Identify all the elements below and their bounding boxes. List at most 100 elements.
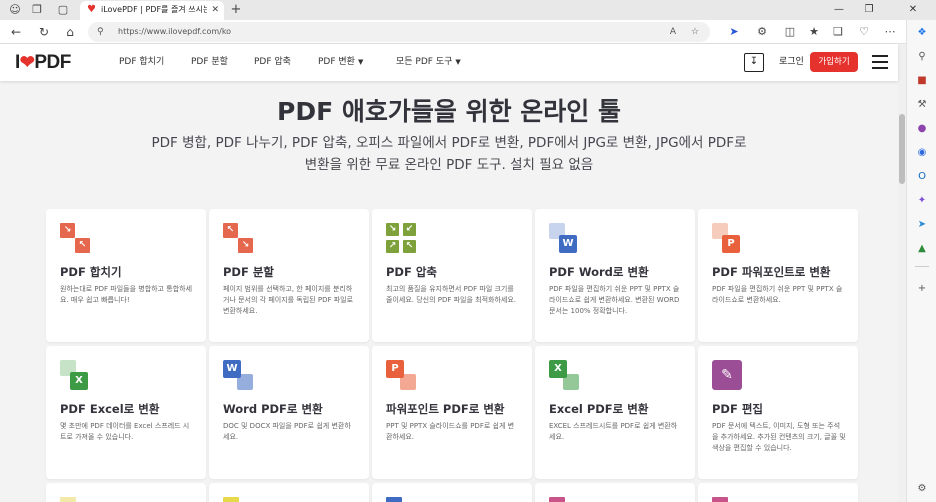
copilot-extension-icon[interactable]: ➤ bbox=[726, 24, 742, 40]
tool-card-partial[interactable] bbox=[209, 483, 369, 502]
browser-toolbar: ← ↻ ⌂ ⚲ https://www.ilovepdf.com/ko A ☆ … bbox=[0, 20, 906, 44]
tool-card-partial[interactable] bbox=[372, 483, 532, 502]
browser-tab-strip: ☺ ❐ ▢ ♥ iLovePDF | PDF를 즐겨 쓰시는 분 ✕ + — ❐… bbox=[0, 0, 936, 20]
word-to-pdf-icon: W bbox=[223, 360, 253, 390]
tool-title: PDF 압축 bbox=[386, 265, 437, 279]
tool-description: PDF 파일을 편집하기 쉬운 PPT 및 PPTX 슬라이드쇼로 쉽게 변환하… bbox=[549, 285, 680, 315]
browser-essentials-icon[interactable]: ♡ bbox=[856, 24, 872, 40]
login-link[interactable]: 로그인 bbox=[779, 56, 804, 68]
extensions-icon[interactable]: ⚙ bbox=[754, 24, 770, 40]
powerpoint-to-pdf-icon: P bbox=[386, 360, 416, 390]
copilot-icon[interactable]: ❖ bbox=[915, 26, 929, 40]
collections-icon[interactable]: ❏ bbox=[830, 24, 846, 40]
tool-title: PDF Excel로 변환 bbox=[60, 402, 160, 416]
sidebar-separator bbox=[915, 266, 929, 267]
minimize-icon[interactable]: — bbox=[830, 2, 848, 18]
tool-icon-partial bbox=[386, 497, 402, 502]
tool-icon-partial bbox=[223, 497, 239, 502]
back-icon[interactable]: ← bbox=[8, 24, 24, 40]
search-icon[interactable]: ⚲ bbox=[915, 50, 929, 64]
url-text[interactable]: https://www.ilovepdf.com/ko bbox=[118, 26, 231, 38]
tab-title: iLovePDF | PDF를 즐겨 쓰시는 분 bbox=[101, 5, 207, 14]
microsoft365-icon[interactable]: ◉ bbox=[915, 146, 929, 160]
tool-card-partial[interactable] bbox=[535, 483, 695, 502]
logo-pdf: PDF bbox=[34, 52, 71, 73]
restore-icon[interactable]: ❐ bbox=[860, 2, 878, 18]
tool-description: 페이지 범위를 선택하고, 한 페이지를 분리하거나 문서의 각 페이지를 독립… bbox=[223, 285, 354, 315]
tool-title: PDF 편집 bbox=[712, 402, 763, 416]
new-tab-icon[interactable]: + bbox=[228, 2, 244, 18]
nav-all-tools-label: 모든 PDF 도구 bbox=[396, 57, 453, 67]
tool-card-pdf-to-word[interactable]: W PDF Word로 변환 PDF 파일을 편집하기 쉬운 PPT 및 PPT… bbox=[535, 209, 695, 342]
edge-sidebar: ❖ ⚲ ■ ⚒ ● ◉ O ✦ ➤ ▲ + ⚙ bbox=[906, 20, 936, 502]
address-bar[interactable]: ⚲ https://www.ilovepdf.com/ko A ☆ bbox=[88, 22, 710, 42]
tool-description: 원하는대로 PDF 파일들을 병합하고 통합하세요. 매우 쉽고 빠릅니다! bbox=[60, 285, 193, 304]
pdf-to-excel-icon: X bbox=[60, 360, 90, 390]
home-icon[interactable]: ⌂ bbox=[62, 24, 78, 40]
tools-icon[interactable]: ⚒ bbox=[915, 98, 929, 112]
add-sidebar-app-icon[interactable]: + bbox=[915, 282, 929, 296]
scrollbar-thumb[interactable] bbox=[899, 114, 905, 184]
nav-merge-pdf[interactable]: PDF 합치기 bbox=[119, 56, 164, 68]
refresh-icon[interactable]: ↻ bbox=[36, 24, 52, 40]
tool-card-word-to-pdf[interactable]: W Word PDF로 변환 DOC 및 DOCX 파일을 PDF로 쉽게 변환… bbox=[209, 346, 369, 479]
sidebar-settings-icon[interactable]: ⚙ bbox=[915, 482, 929, 496]
caret-down-icon: ▼ bbox=[357, 58, 364, 66]
compress-pdf-icon: ↘ ↙ ↗ ↖ bbox=[386, 223, 416, 253]
tool-card-compress-pdf[interactable]: ↘ ↙ ↗ ↖ PDF 압축 최고의 품질을 유지하면서 PDF 파일 크기를 … bbox=[372, 209, 532, 342]
ilovepdf-logo[interactable]: I❤PDF bbox=[15, 52, 71, 73]
page-title: PDF 애호가들을 위한 온라인 툴 bbox=[277, 97, 621, 126]
tool-icon-partial bbox=[549, 497, 565, 502]
tool-title: PDF 분할 bbox=[223, 265, 274, 279]
desktop-download-icon[interactable]: ↧ bbox=[744, 53, 764, 72]
nav-all-tools[interactable]: 모든 PDF 도구 ▼ bbox=[396, 56, 461, 68]
settings-more-icon[interactable]: ⋯ bbox=[882, 24, 898, 40]
nav-compress-pdf[interactable]: PDF 압축 bbox=[254, 56, 291, 68]
browser-tab-active[interactable]: ♥ iLovePDF | PDF를 즐겨 쓰시는 분 ✕ bbox=[80, 1, 224, 20]
designer-icon[interactable]: ✦ bbox=[915, 194, 929, 208]
tool-description: PDF 문서에 텍스트, 이미지, 도형 또는 주석을 추가하세요. 추가된 컨… bbox=[712, 422, 846, 452]
games-icon[interactable]: ● bbox=[915, 122, 929, 136]
tool-title: PDF Word로 변환 bbox=[549, 265, 649, 279]
tool-card-split-pdf[interactable]: ↖ ↘ PDF 분할 페이지 범위를 선택하고, 한 페이지를 분리하거나 문서… bbox=[209, 209, 369, 342]
tool-icon-partial bbox=[60, 497, 76, 502]
pdf-to-word-icon: W bbox=[549, 223, 579, 253]
tool-card-edit-pdf[interactable]: ✎ PDF 편집 PDF 문서에 텍스트, 이미지, 도형 또는 주석을 추가하… bbox=[698, 346, 858, 479]
nav-convert-label: PDF 변환 bbox=[318, 57, 355, 67]
nav-convert-pdf[interactable]: PDF 변환 ▼ bbox=[318, 56, 363, 68]
close-tab-icon[interactable]: ✕ bbox=[211, 4, 219, 16]
tree-icon[interactable]: ▲ bbox=[915, 242, 929, 256]
profile-icon[interactable]: ☺ bbox=[8, 3, 22, 17]
signup-button[interactable]: 가입하기 bbox=[810, 52, 858, 72]
send-icon[interactable]: ➤ bbox=[915, 218, 929, 232]
close-window-icon[interactable]: ✕ bbox=[904, 2, 922, 18]
menu-icon[interactable] bbox=[872, 55, 888, 69]
tool-card-excel-to-pdf[interactable]: X Excel PDF로 변환 EXCEL 스프레드시트를 PDF로 쉽게 변환… bbox=[535, 346, 695, 479]
tool-title: 파워포인트 PDF로 변환 bbox=[386, 402, 505, 416]
workspaces-icon[interactable]: ❐ bbox=[30, 3, 44, 17]
tool-card-partial[interactable] bbox=[698, 483, 858, 502]
split-screen-icon[interactable]: ◫ bbox=[782, 24, 798, 40]
outlook-icon[interactable]: O bbox=[915, 170, 929, 184]
tool-description: DOC 및 DOCX 파일을 PDF로 쉽게 변환하세요. bbox=[223, 422, 351, 441]
merge-pdf-icon: ↘ ↖ bbox=[60, 223, 90, 253]
page-scrollbar[interactable] bbox=[898, 44, 906, 502]
read-aloud-icon[interactable]: A bbox=[666, 25, 680, 39]
tab-actions-icon[interactable]: ▢ bbox=[56, 3, 70, 17]
lock-icon[interactable]: ⚲ bbox=[97, 25, 111, 39]
pdf-to-powerpoint-icon: P bbox=[712, 223, 742, 253]
tool-card-pdf-to-powerpoint[interactable]: P PDF 파워포인트로 변환 PDF 파일을 편집하기 쉬운 PPT 및 PP… bbox=[698, 209, 858, 342]
tool-card-pdf-to-excel[interactable]: X PDF Excel로 변환 몇 초만에 PDF 데이터를 Excel 스프레… bbox=[46, 346, 206, 479]
nav-split-pdf[interactable]: PDF 분할 bbox=[191, 56, 228, 68]
edit-pdf-icon: ✎ bbox=[712, 360, 742, 390]
tool-title: PDF 파워포인트로 변환 bbox=[712, 265, 831, 279]
favorite-star-icon[interactable]: ☆ bbox=[688, 25, 702, 39]
tool-description: 몇 초만에 PDF 데이터를 Excel 스프레드 시트로 가져올 수 있습니다… bbox=[60, 422, 190, 441]
tool-card-powerpoint-to-pdf[interactable]: P 파워포인트 PDF로 변환 PPT 및 PPTX 슬라이드쇼를 PDF로 쉽… bbox=[372, 346, 532, 479]
favorites-icon[interactable]: ★ bbox=[806, 24, 822, 40]
shopping-icon[interactable]: ■ bbox=[915, 74, 929, 88]
split-pdf-icon: ↖ ↘ bbox=[223, 223, 253, 253]
tool-card-partial[interactable] bbox=[46, 483, 206, 502]
tool-title: PDF 합치기 bbox=[60, 265, 122, 279]
tool-card-merge-pdf[interactable]: ↘ ↖ PDF 합치기 원하는대로 PDF 파일들을 병합하고 통합하세요. 매… bbox=[46, 209, 206, 342]
